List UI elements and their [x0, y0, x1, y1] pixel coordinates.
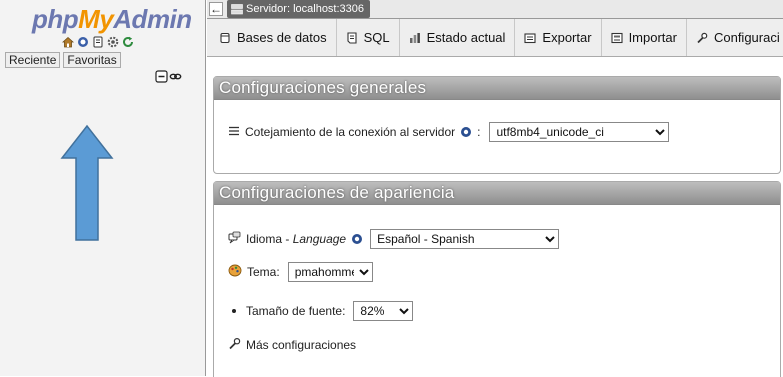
help-icon[interactable] — [351, 233, 363, 245]
phpmyadmin-logo[interactable]: phpMyAdmin — [32, 4, 192, 35]
main-tabs: Bases de datos SQL Estado actual Exporta… — [207, 19, 783, 57]
theme-row: Tema: pmahomme — [228, 262, 373, 282]
font-size-row: Tamaño de fuente: 82% — [232, 301, 414, 321]
theme-label: Tema: — [247, 265, 280, 279]
appearance-settings-panel: Configuraciones de apariencia Idioma - L… — [213, 181, 781, 377]
navigation-panel: phpMyAdmin Reciente Favoritas — [0, 0, 206, 376]
server-crumb-label: Servidor: localhost:3306 — [246, 3, 365, 15]
favorites-tab[interactable]: Favoritas — [63, 52, 121, 68]
database-icon — [219, 32, 231, 44]
more-settings-row[interactable]: Más configuraciones — [228, 337, 356, 353]
docs-icon[interactable] — [92, 36, 104, 48]
general-settings-title: Configuraciones generales — [214, 77, 780, 100]
tree-controls — [155, 70, 182, 83]
collation-row: Cotejamiento de la conexión al servidor … — [228, 122, 670, 142]
tab-import[interactable]: Importar — [602, 19, 687, 56]
bullet — [232, 309, 236, 313]
wrench-icon — [228, 337, 241, 353]
collapse-all-icon[interactable] — [155, 70, 168, 83]
tab-sql[interactable]: SQL — [337, 19, 400, 56]
tab-status[interactable]: Estado actual — [400, 19, 516, 56]
language-label-en: Language — [292, 232, 347, 246]
recent-tab[interactable]: Reciente — [5, 52, 61, 68]
language-label: Idioma — [246, 232, 283, 246]
settings-icon[interactable] — [107, 36, 119, 48]
font-size-label: Tamaño de fuente: — [246, 304, 346, 318]
reload-icon[interactable] — [122, 36, 134, 48]
link-icon[interactable] — [169, 70, 182, 82]
breadcrumb[interactable]: Servidor: localhost:3306 — [227, 0, 371, 18]
breadcrumb-bar: ← Servidor: localhost:3306 — [207, 0, 783, 19]
more-settings-link[interactable]: Más configuraciones — [246, 338, 356, 352]
tab-settings[interactable]: Configuraci — [687, 19, 783, 56]
language-row: Idioma - Language Español - Spanish — [228, 229, 560, 249]
import-icon — [611, 32, 623, 44]
export-icon — [524, 32, 536, 44]
home-icon[interactable] — [61, 36, 75, 48]
logout-icon[interactable] — [77, 36, 89, 48]
help-icon[interactable] — [460, 126, 472, 138]
tab-databases[interactable]: Bases de datos — [207, 19, 337, 56]
collation-label: Cotejamiento de la conexión al servidor — [245, 125, 456, 139]
theme-icon — [228, 264, 242, 280]
language-select[interactable]: Español - Spanish — [370, 229, 560, 249]
appearance-settings-title: Configuraciones de apariencia — [214, 182, 780, 205]
wrench-icon — [696, 32, 708, 44]
general-settings-panel: Configuraciones generales Cotejamiento d… — [213, 76, 781, 174]
theme-select[interactable]: pmahomme — [287, 262, 373, 282]
up-arrow-annotation — [60, 124, 114, 241]
back-arrow-icon[interactable]: ← — [209, 2, 223, 16]
collation-select[interactable]: utf8mb4_unicode_ci — [489, 122, 670, 142]
list-icon — [228, 125, 240, 139]
font-size-select[interactable]: 82% — [353, 301, 414, 321]
nav-icon-bar — [61, 36, 134, 48]
language-icon — [228, 231, 241, 247]
status-icon — [409, 32, 421, 44]
tab-export[interactable]: Exportar — [515, 19, 602, 56]
recent-favorites-row: Reciente Favoritas — [5, 52, 121, 68]
sql-icon — [346, 31, 358, 44]
server-icon — [231, 3, 243, 14]
